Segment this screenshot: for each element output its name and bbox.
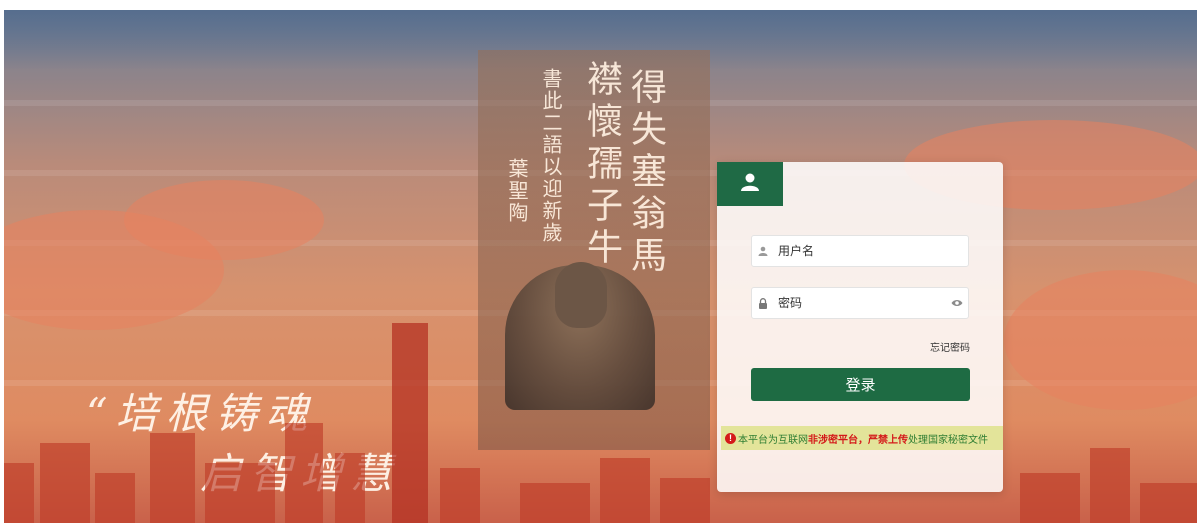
forgot-password-link[interactable]: 忘记密码	[930, 339, 970, 354]
skyline-building	[1090, 448, 1130, 523]
skyline-building	[40, 443, 90, 523]
user-icon	[752, 246, 774, 256]
skyline-building	[4, 463, 34, 523]
user-icon	[740, 173, 760, 195]
skyline-building	[1020, 473, 1080, 523]
skyline-building	[150, 433, 195, 523]
skyline-building	[205, 463, 275, 523]
notice-text-part1: 本平台为互联网	[738, 434, 808, 446]
skyline-building	[520, 483, 590, 523]
calligraphy-left-col1: 書此二語以迎新歲	[539, 68, 563, 244]
skyline-tower	[392, 323, 428, 523]
login-button[interactable]: 登录	[751, 368, 970, 401]
skyline-building	[600, 458, 650, 523]
security-notice: ! 本平台为互联网 非涉密平台，严禁上传 处理国家秘密文件	[721, 426, 1003, 450]
calligraphy-right-col2: 襟懷孺子牛	[581, 60, 622, 270]
login-card: 忘记密码 登录 ! 本平台为互联网非涉密平台，严禁上传处理国家秘密文件	[717, 162, 1003, 492]
skyline-building	[440, 468, 480, 523]
bust-head	[555, 262, 607, 328]
skyline-building	[335, 453, 365, 523]
slogan-line1: “培根铸魂	[86, 389, 316, 438]
calligraphy-left-col2: 葉聖陶	[505, 158, 529, 224]
notice-text-part2: 非涉密平台，严禁上传	[808, 434, 908, 446]
password-field[interactable]	[751, 287, 969, 319]
calligraphy-right-col1: 得失塞翁馬	[625, 68, 666, 278]
skyline-building	[1140, 483, 1197, 523]
password-input[interactable]	[774, 296, 946, 310]
skyline-building	[95, 473, 135, 523]
username-input[interactable]	[774, 244, 968, 258]
lock-icon	[752, 297, 774, 309]
notice-text-part3: 处理国家秘密文件	[908, 434, 988, 446]
skyline-building	[285, 423, 323, 523]
skyline-building	[660, 478, 710, 523]
avatar-tab	[717, 162, 783, 206]
warning-icon: !	[725, 432, 736, 444]
eye-icon[interactable]	[946, 299, 968, 307]
username-field[interactable]	[751, 235, 969, 267]
